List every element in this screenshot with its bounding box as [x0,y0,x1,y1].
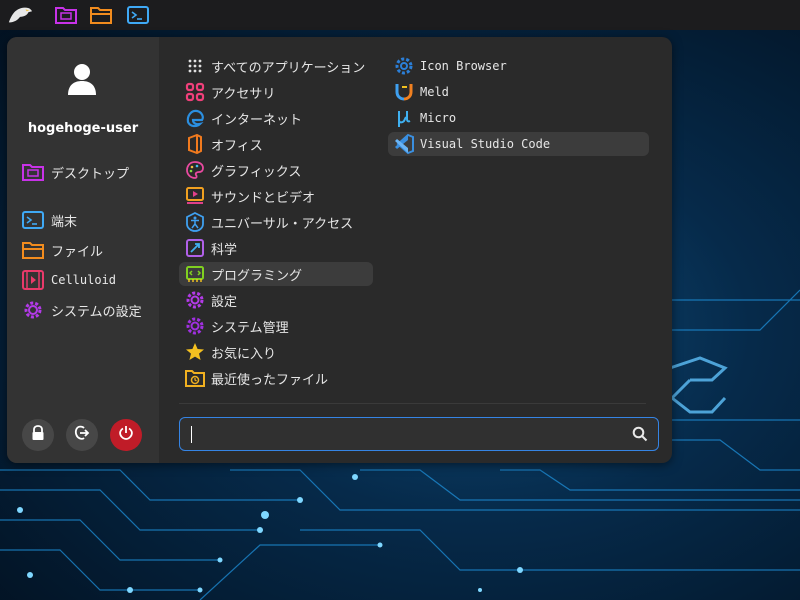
category-internet[interactable]: インターネット [179,106,373,130]
application-menu: hogehoge-user デスクトップ 端末 ファイル Celluloid シ… [7,37,672,463]
science-icon [184,237,206,259]
app-meld[interactable]: Meld [388,80,649,104]
category-office[interactable]: オフィス [179,132,373,156]
app-label: Meld [420,85,449,99]
top-panel [0,0,800,30]
category-label: ユニバーサル・アクセス [211,216,354,232]
settings-gear-icon [184,289,206,311]
terminal-icon [21,209,45,231]
sidebar-item-system-settings[interactable]: システムの設定 [21,297,155,323]
palette-icon [184,159,206,181]
category-graphics[interactable]: グラフィックス [179,158,373,182]
category-label: 科学 [211,242,238,258]
eagle-logo-icon[interactable] [7,3,33,27]
app-micro[interactable]: Micro [388,106,649,130]
menu-sidebar: hogehoge-user デスクトップ 端末 ファイル Celluloid シ… [7,37,159,463]
category-accessories[interactable]: アクセサリ [179,80,373,104]
category-label: 設定 [211,294,238,310]
sidebar-item-label: デスクトップ [51,166,130,182]
settings-gear-icon [21,299,45,321]
accessibility-icon [184,211,206,233]
category-science[interactable]: 科学 [179,236,373,260]
power-button[interactable] [110,419,142,451]
sidebar-item-label: ファイル [51,244,104,260]
star-icon [184,341,206,363]
category-label: すべてのアプリケーション [211,60,366,76]
category-system-administration[interactable]: システム管理 [179,314,373,338]
folder-icon[interactable] [88,3,114,27]
meld-icon [393,81,415,103]
search-separator [179,403,646,404]
power-icon [118,425,134,445]
office-icon [184,133,206,155]
category-label: 最近使ったファイル [211,372,329,388]
multimedia-icon [184,185,206,207]
logout-icon [74,425,90,445]
user-name: hogehoge-user [27,121,139,136]
terminal-icon[interactable] [125,3,151,27]
desktop-folder-icon [21,161,45,183]
sidebar-item-celluloid[interactable]: Celluloid [21,267,155,293]
category-label: プログラミング [211,268,303,284]
search-input[interactable] [188,423,622,447]
search-box[interactable] [179,417,659,451]
vscode-icon [393,133,415,155]
category-recent-files[interactable]: 最近使ったファイル [179,366,373,390]
system-gear-icon [184,315,206,337]
accessories-icon [184,81,206,103]
sidebar-item-desktop[interactable]: デスクトップ [21,159,155,185]
app-label: Micro [420,111,457,125]
sidebar-item-label: Celluloid [51,273,117,287]
category-sound-and-video[interactable]: サウンドとビデオ [179,184,373,208]
category-label: オフィス [211,138,263,154]
desktop-folder-icon[interactable] [53,3,79,27]
icon-browser-icon [393,55,415,77]
micro-icon [393,107,415,129]
search-icon[interactable] [632,426,648,446]
lock-icon [31,425,45,445]
category-label: システム管理 [211,320,289,336]
sidebar-item-label: 端末 [51,214,78,230]
app-label: Icon Browser [420,59,507,73]
category-label: お気に入り [211,346,277,362]
sidebar-item-files[interactable]: ファイル [21,237,155,263]
text-cursor [191,426,192,443]
app-label: Visual Studio Code [420,137,551,151]
folder-icon [21,239,45,261]
category-settings[interactable]: 設定 [179,288,373,312]
app-visual-studio-code[interactable]: Visual Studio Code [388,132,649,156]
recent-folder-icon [184,367,206,389]
category-label: インターネット [211,112,303,128]
sidebar-item-label: システムの設定 [51,304,142,320]
programming-icon [184,263,206,285]
category-all-applications[interactable]: すべてのアプリケーション [179,54,373,78]
avatar [62,59,102,99]
category-universal-access[interactable]: ユニバーサル・アクセス [179,210,373,234]
category-favorites[interactable]: お気に入り [179,340,373,364]
category-label: アクセサリ [211,86,276,102]
category-programming[interactable]: プログラミング [179,262,373,286]
app-icon-browser[interactable]: Icon Browser [388,54,649,78]
sidebar-item-terminal[interactable]: 端末 [21,207,155,233]
video-player-icon [21,269,45,291]
lock-button[interactable] [22,419,54,451]
internet-icon [184,107,206,129]
category-label: グラフィックス [211,164,302,180]
grid-icon [184,55,206,77]
category-label: サウンドとビデオ [211,190,316,206]
logout-button[interactable] [66,419,98,451]
